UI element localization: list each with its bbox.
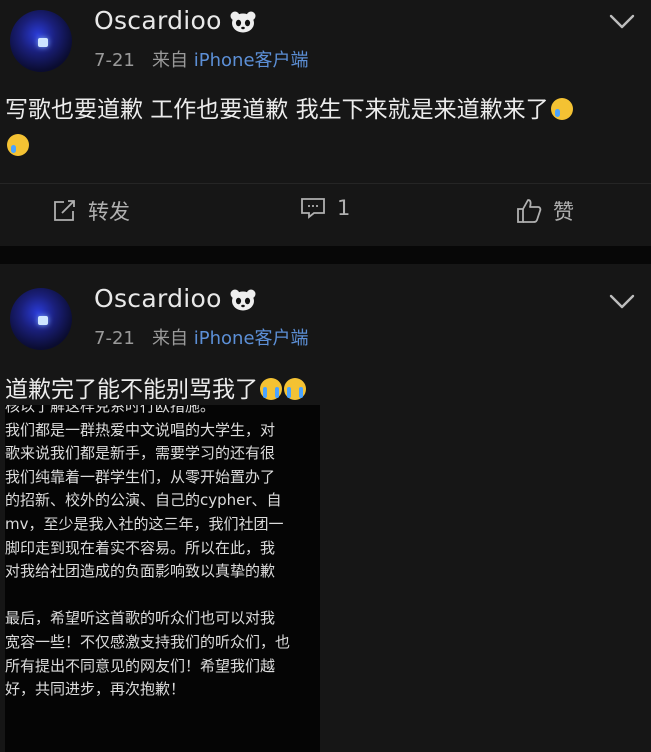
chevron-down-icon[interactable]	[609, 294, 635, 310]
username-text[interactable]: Oscardioo	[94, 6, 222, 35]
post-text: 道歉完了能不能别骂我了	[5, 372, 306, 408]
image-text-line: 歌来说我们都是新手，需要学习的还有很	[5, 444, 276, 463]
repost-button[interactable]: 转发	[52, 196, 130, 226]
image-text-line: 核以了解这样克系时行欧措施。	[5, 405, 216, 415]
avatar-figure	[38, 316, 48, 325]
image-text-line: 好，共同进步，再次抱歉！	[5, 680, 186, 699]
attached-image[interactable]: 核以了解这样克系时行欧措施。 我们都是一群热爱中文说唱的大学生，对 歌来说我们都是…	[5, 405, 320, 752]
crying-emoji	[284, 378, 306, 400]
like-button[interactable]: 赞	[515, 196, 574, 226]
chevron-down-icon[interactable]	[609, 14, 635, 30]
feed-divider	[0, 246, 651, 264]
post-meta: 7-21 来自 iPhone客户端	[94, 46, 309, 72]
avatar[interactable]	[10, 288, 72, 350]
weibo-post-1: Oscardioo 7-21 来自 iPhone客户端 写歌也要道歉 工作也要道…	[0, 0, 651, 246]
divider	[0, 183, 651, 184]
image-text-line: mv，至少是我入社的这三年，我们社团一	[5, 514, 284, 533]
comment-icon	[301, 198, 325, 219]
repost-label: 转发	[88, 200, 130, 224]
comment-count: 1	[337, 196, 351, 220]
post-text: 写歌也要道歉 工作也要道歉 我生下来就是来道歉来了	[5, 92, 573, 164]
from-label: 来自	[152, 50, 189, 71]
thumbs-up-icon	[517, 199, 542, 223]
post-text-line: 写歌也要道歉 工作也要道歉 我生下来就是来道歉来了	[5, 97, 549, 123]
crying-emoji	[260, 378, 282, 400]
post-date: 7-21	[94, 328, 135, 349]
image-text-line: 最后，希望听这首歌的听众们也可以对我	[5, 609, 276, 628]
post-date: 7-21	[94, 50, 135, 71]
image-text-line: 我们纯靠着一群学生们，从零开始置办了	[5, 467, 276, 486]
avatar-figure	[38, 38, 48, 47]
action-bar: 转发 1 赞	[0, 196, 651, 236]
tears-of-joy-emoji	[550, 98, 573, 120]
post-text-line: 道歉完了能不能别骂我了	[5, 377, 258, 403]
panda-icon	[230, 289, 256, 311]
username-text[interactable]: Oscardioo	[94, 284, 222, 313]
post-meta: 7-21 来自 iPhone客户端	[94, 324, 309, 350]
tears-of-joy-emoji	[7, 134, 29, 156]
source-link[interactable]: iPhone客户端	[194, 50, 309, 71]
comment-button[interactable]: 1	[299, 196, 350, 220]
avatar[interactable]	[10, 10, 72, 72]
image-text-line: 我们都是一群热爱中文说唱的大学生，对	[5, 420, 276, 439]
panda-icon	[230, 11, 256, 33]
username[interactable]: Oscardioo	[94, 6, 256, 35]
repost-icon	[54, 200, 75, 221]
image-text-line: 脚印走到现在着实不容易。所以在此，我	[5, 538, 276, 557]
source-link[interactable]: iPhone客户端	[194, 328, 309, 349]
image-text-block: 核以了解这样克系时行欧措施。 我们都是一群热爱中文说唱的大学生，对 歌来说我们都是…	[5, 405, 320, 702]
username[interactable]: Oscardioo	[94, 284, 256, 313]
like-label: 赞	[553, 200, 574, 224]
image-text-line: 所有提出不同意见的网友们！希望我们越	[5, 656, 276, 675]
image-text-line: 的招新、校外的公演、自己的cypher、自	[5, 491, 282, 510]
image-text-line: 宽容一些！不仅感激支持我们的听众们，也	[5, 632, 291, 651]
image-text-line: 对我给社团造成的负面影响致以真挚的歉	[5, 562, 276, 581]
image-text-line	[5, 584, 320, 608]
from-label: 来自	[152, 328, 189, 349]
